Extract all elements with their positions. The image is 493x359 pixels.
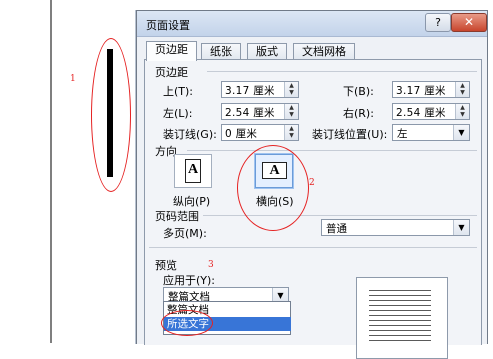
annotation-ellipse-3 xyxy=(161,310,213,336)
preview-line xyxy=(369,315,431,316)
spin-arrows-icon[interactable]: ▲ ▼ xyxy=(284,82,298,97)
multiple-pages-label: 多页(M): xyxy=(163,227,207,240)
preview-line xyxy=(369,310,431,311)
spin-arrows-icon[interactable]: ▲ ▼ xyxy=(455,104,469,119)
gutter-label: 装订线(G): xyxy=(163,128,217,141)
preview-line xyxy=(369,330,431,331)
preview-line xyxy=(369,320,431,321)
page-preview xyxy=(356,277,448,359)
page-setup-dialog: 页面设置 ? ✕ 页边距 纸张 版式 文档网格 页边距 上(T): 3.17 厘… xyxy=(136,10,488,359)
chevron-down-icon[interactable]: ▼ xyxy=(453,220,469,235)
gutter-input[interactable]: 0 厘米 ▲ ▼ xyxy=(221,124,299,141)
annotation-ellipse-2 xyxy=(237,145,309,231)
preview-line xyxy=(369,295,431,296)
left-margin-label: 左(L): xyxy=(163,107,193,120)
annotation-number-3: 3 xyxy=(208,260,214,270)
right-margin-input[interactable]: 2.54 厘米 ▲ ▼ xyxy=(392,103,470,120)
annotation-number-1: 1 xyxy=(70,74,76,84)
preview-line xyxy=(369,300,431,301)
gutter-position-select[interactable]: 左 ▼ xyxy=(392,124,470,141)
title-bar: 页面设置 ? ✕ xyxy=(137,11,487,37)
preview-line xyxy=(369,325,431,326)
portrait-page-icon: A xyxy=(185,159,201,183)
bottom-margin-input[interactable]: 3.17 厘米 ▲ ▼ xyxy=(392,81,470,98)
tab-document-grid[interactable]: 文档网格 xyxy=(293,43,355,60)
top-margin-label: 上(T): xyxy=(163,85,194,98)
bottom-margin-label: 下(B): xyxy=(343,85,374,98)
portrait-label: 纵向(P) xyxy=(173,195,211,208)
apply-to-label: 应用于(Y): xyxy=(163,274,216,287)
help-button[interactable]: ? xyxy=(425,13,451,32)
margins-divider xyxy=(207,71,477,72)
gutter-position-label: 装订线位置(U): xyxy=(312,128,388,141)
orientation-divider xyxy=(187,150,477,151)
spin-arrows-icon[interactable]: ▲ ▼ xyxy=(455,82,469,97)
tab-margins[interactable]: 页边距 xyxy=(146,41,197,61)
tab-layout[interactable]: 版式 xyxy=(247,43,287,60)
document-margin-area xyxy=(0,0,51,343)
preview-line xyxy=(369,335,431,336)
close-button[interactable]: ✕ xyxy=(451,13,487,32)
portrait-button[interactable]: A xyxy=(174,154,212,188)
annotation-number-2: 2 xyxy=(309,178,315,188)
spin-arrows-icon[interactable]: ▲ ▼ xyxy=(284,104,298,119)
preview-line xyxy=(369,340,431,341)
dialog-title: 页面设置 xyxy=(146,19,190,32)
tab-paper[interactable]: 纸张 xyxy=(201,43,241,60)
preview-line xyxy=(369,305,431,306)
preview-section-label: 预览 xyxy=(155,259,177,272)
right-margin-label: 右(R): xyxy=(343,107,374,120)
margins-section-label: 页边距 xyxy=(155,66,188,79)
left-margin-input[interactable]: 2.54 厘米 ▲ ▼ xyxy=(221,103,299,120)
spin-arrows-icon[interactable]: ▲ ▼ xyxy=(284,125,298,140)
annotation-ellipse-1 xyxy=(91,38,131,192)
chevron-down-icon[interactable]: ▼ xyxy=(453,125,469,140)
multiple-pages-select[interactable]: 普通 ▼ xyxy=(321,219,470,236)
pages-section-label: 页码范围 xyxy=(155,210,199,223)
preview-line xyxy=(369,290,431,291)
preview-top-divider xyxy=(149,247,477,248)
top-margin-input[interactable]: 3.17 厘米 ▲ ▼ xyxy=(221,81,299,98)
